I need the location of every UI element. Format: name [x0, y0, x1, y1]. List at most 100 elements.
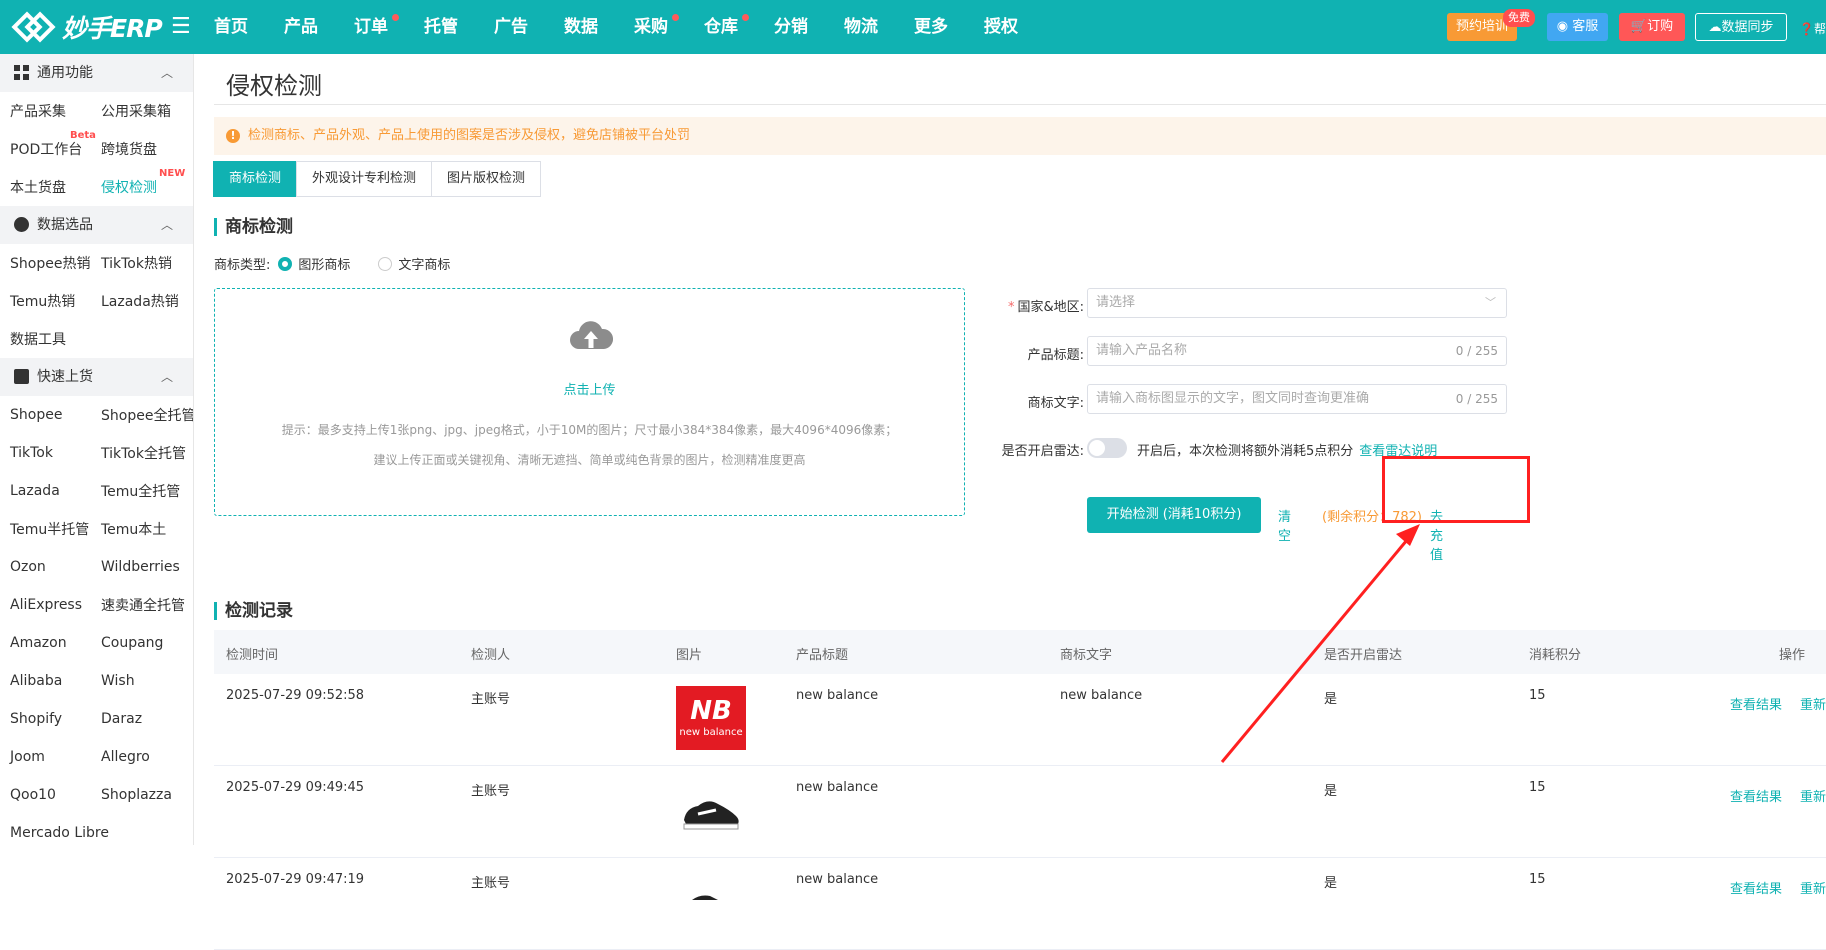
radar-toggle[interactable] — [1087, 438, 1127, 458]
group-title-label: 通用功能 — [37, 65, 93, 81]
radio-text[interactable] — [378, 256, 393, 271]
sidebar-item-temu-full[interactable]: Temu全托管 — [91, 481, 182, 501]
sidebar-item-public-box[interactable]: 公用采集箱 — [91, 101, 182, 121]
mark-text-input[interactable]: 请输入商标图显示的文字，图文同时查询更准确 0 / 255 — [1087, 384, 1507, 414]
nav-managed[interactable]: 托管 — [424, 0, 494, 54]
warning-icon: ! — [226, 129, 240, 143]
radar-note-text: 开启后，本次检测将额外消耗5点积分 — [1137, 444, 1354, 459]
sidebar-item-cross-border[interactable]: 跨境货盘 — [91, 139, 182, 159]
hamburger-menu-icon[interactable]: ☰ — [171, 14, 191, 39]
redo-link[interactable]: 重新 — [1800, 786, 1826, 805]
nb-logo-image[interactable]: NB new balance — [676, 686, 746, 750]
nb-logo-caption: new balance — [679, 727, 743, 738]
nav-home[interactable]: 首页 — [214, 0, 284, 54]
cell-time: 2025-07-29 09:47:19 — [226, 872, 365, 887]
nav-purchase-label: 采购 — [634, 17, 668, 37]
alert-text: 检测商标、产品外观、产品上使用的图案是否涉及侵权，避免店铺被平台处罚 — [248, 128, 691, 143]
upload-link[interactable]: 点击上传 — [215, 379, 964, 398]
cell-points: 15 — [1529, 872, 1546, 887]
sidebar-item-shoplazza[interactable]: Shoplazza — [91, 787, 182, 803]
tab-trademark[interactable]: 商标检测 — [213, 161, 298, 197]
sidebar-item-amazon[interactable]: Amazon — [0, 635, 91, 651]
customer-service-button[interactable]: ◉ 客服 — [1547, 13, 1608, 41]
sidebar-item-temu-hot[interactable]: Temu热销 — [0, 291, 91, 311]
sidebar-item-pod[interactable]: POD工作台 Beta — [0, 130, 96, 159]
title-placeholder: 请输入产品名称 — [1096, 343, 1188, 358]
sidebar-item-temu-local[interactable]: Temu本土 — [91, 519, 182, 539]
sidebar-item-wish[interactable]: Wish — [91, 673, 182, 689]
table-header: 检测时间 检测人 图片 产品标题 商标文字 是否开启雷达 消耗积分 操作 — [214, 630, 1826, 674]
nav-authorize[interactable]: 授权 — [984, 0, 1054, 54]
help-button[interactable]: ❓帮 — [1799, 20, 1826, 37]
cell-user: 主账号 — [471, 784, 511, 799]
sidebar-item-daraz[interactable]: Daraz — [91, 711, 182, 727]
sidebar-item-coupang[interactable]: Coupang — [91, 635, 182, 651]
sidebar-item-tiktok-hot[interactable]: TikTok热销 — [91, 253, 182, 273]
nav-ads[interactable]: 广告 — [494, 0, 564, 54]
nav-more[interactable]: 更多 — [914, 0, 984, 54]
mark-text-char-count: 0 / 255 — [1455, 392, 1498, 406]
start-detection-button[interactable]: 开始检测 (消耗10积分) — [1087, 497, 1261, 533]
sidebar-item-tiktok-full[interactable]: TikTok全托管 — [91, 443, 186, 463]
sidebar-item-alibaba[interactable]: Alibaba — [0, 673, 91, 689]
sidebar-item-product-collect[interactable]: 产品采集 — [0, 101, 91, 121]
nb-logo-mark: NB — [690, 696, 732, 726]
subscribe-button[interactable]: 🛒订购 — [1619, 13, 1685, 41]
sidebar-item-shopee[interactable]: Shopee — [0, 407, 91, 423]
view-result-link[interactable]: 查看结果 — [1730, 786, 1782, 805]
data-sync-button[interactable]: ☁数据同步 — [1695, 13, 1787, 41]
nav-orders[interactable]: 订单 — [354, 0, 424, 54]
nav-data[interactable]: 数据 — [564, 0, 634, 54]
sidebar-item-aliexpress[interactable]: AliExpress — [0, 597, 91, 613]
sidebar-item-temu-semi[interactable]: Temu半托管 — [0, 519, 91, 539]
sidebar-item-data-tools[interactable]: 数据工具 — [0, 329, 91, 349]
sidebar-group-data[interactable]: 数据选品 ︿ — [0, 206, 193, 244]
country-select[interactable]: 请选择 ﹀ — [1087, 288, 1507, 318]
sidebar-item-lazada-hot[interactable]: Lazada热销 — [91, 291, 182, 311]
nav-warehouse[interactable]: 仓库 — [704, 0, 774, 54]
sidebar-item-joom[interactable]: Joom — [0, 749, 91, 765]
sidebar-item-qoo10[interactable]: Qoo10 — [0, 787, 91, 803]
sidebar-item-shopee-hot[interactable]: Shopee热销 — [0, 253, 91, 273]
group-title-label: 快速上货 — [37, 369, 93, 385]
view-result-link[interactable]: 查看结果 — [1730, 878, 1782, 897]
nav-products[interactable]: 产品 — [284, 0, 354, 54]
sidebar-item-local[interactable]: 本土货盘 — [0, 177, 91, 197]
sidebar-item-aliexpress-full[interactable]: 速卖通全托管 — [91, 595, 185, 615]
shoe-image[interactable] — [676, 870, 746, 934]
radio-graphic[interactable] — [278, 256, 293, 271]
shoe-image[interactable] — [676, 778, 746, 842]
chevron-up-icon[interactable]: ︿ — [161, 54, 173, 92]
sidebar-item-allegro[interactable]: Allegro — [91, 749, 182, 765]
sidebar-group-quick-upload[interactable]: 快速上货 ︿ — [0, 358, 193, 396]
title-label: 产品标题: — [1027, 348, 1084, 363]
clear-button[interactable]: 清空 — [1278, 506, 1291, 544]
app-logo[interactable]: 妙手ERP — [11, 8, 163, 46]
redo-link[interactable]: 重新 — [1800, 694, 1826, 713]
sidebar-item-tiktok[interactable]: TikTok — [0, 445, 91, 461]
nav-distribution[interactable]: 分销 — [774, 0, 844, 54]
radio-graphic-label[interactable]: 图形商标 — [298, 254, 350, 273]
sidebar-group-general[interactable]: 通用功能 ︿ — [0, 54, 193, 92]
country-label: * 国家&地区: — [974, 296, 1084, 315]
sidebar-item-wildberries[interactable]: Wildberries — [91, 559, 182, 575]
country-label-text: 国家&地区: — [1017, 300, 1084, 315]
nav-logistics[interactable]: 物流 — [844, 0, 914, 54]
sidebar-item-ozon[interactable]: Ozon — [0, 559, 91, 575]
product-title-input[interactable]: 请输入产品名称 0 / 255 — [1087, 336, 1507, 366]
sidebar-item-infringement[interactable]: 侵权检测 NEW — [91, 168, 185, 197]
sidebar-item-mercado-libre[interactable]: Mercado Libre — [0, 825, 109, 841]
radio-text-label[interactable]: 文字商标 — [398, 254, 450, 273]
redo-link[interactable]: 重新 — [1800, 878, 1826, 897]
sidebar-item-shopify[interactable]: Shopify — [0, 711, 91, 727]
chevron-up-icon[interactable]: ︿ — [161, 358, 173, 396]
sidebar: 通用功能 ︿ 产品采集 公用采集箱 POD工作台 Beta 跨境货盘 本土货盘 侵权检测… — [0, 54, 194, 845]
tab-design-patent[interactable]: 外观设计专利检测 — [296, 161, 433, 197]
view-result-link[interactable]: 查看结果 — [1730, 694, 1782, 713]
sidebar-item-lazada[interactable]: Lazada — [0, 483, 91, 499]
chevron-up-icon[interactable]: ︿ — [161, 206, 173, 244]
tab-image-copyright[interactable]: 图片版权检测 — [431, 161, 542, 197]
nav-purchase[interactable]: 采购 — [634, 0, 704, 54]
sidebar-item-shopee-full[interactable]: Shopee全托管 — [91, 405, 193, 425]
upload-dropzone[interactable]: 点击上传 提示：最多支持上传1张png、jpg、jpeg格式，小于10M的图片；… — [214, 288, 965, 516]
